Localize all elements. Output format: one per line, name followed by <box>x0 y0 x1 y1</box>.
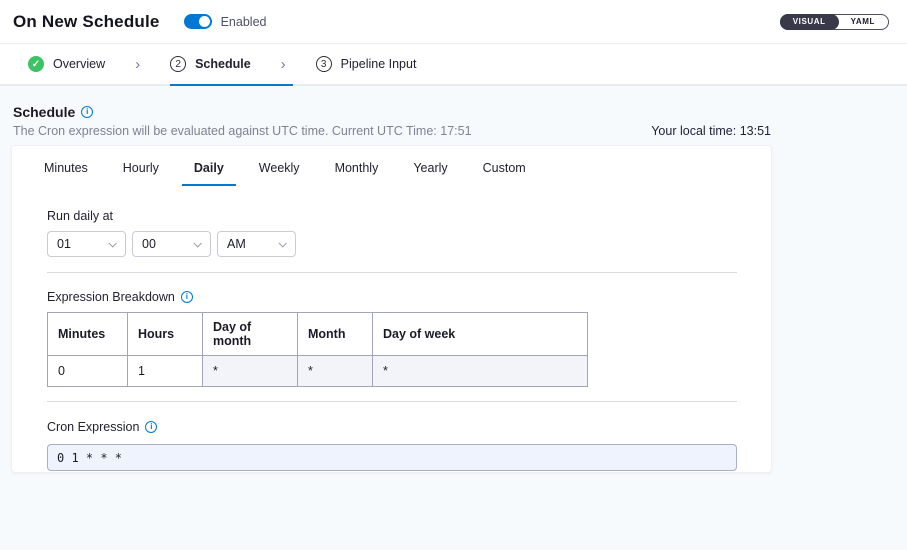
visual-yaml-toggle: VISUAL YAML <box>780 14 889 30</box>
tab-hourly[interactable]: Hourly <box>111 161 171 186</box>
step-pipeline-input[interactable]: 3 Pipeline Input <box>316 56 417 72</box>
schedule-section-heading: Schedule i <box>13 104 907 120</box>
tab-daily[interactable]: Daily <box>182 161 236 186</box>
ampm-select[interactable]: AM <box>217 231 296 257</box>
local-time: Your local time: 13:51 <box>651 124 771 138</box>
frequency-tabs: Minutes Hourly Daily Weekly Monthly Year… <box>32 161 736 186</box>
tab-monthly[interactable]: Monthly <box>323 161 391 186</box>
yaml-toggle-button[interactable]: YAML <box>838 17 888 26</box>
wizard-step-bar: ✓ Overview › 2 Schedule › 3 Pipeline Inp… <box>0 43 907 86</box>
col-header-hours: Hours <box>128 313 203 356</box>
tab-minutes[interactable]: Minutes <box>32 161 100 186</box>
schedule-heading-text: Schedule <box>13 104 75 120</box>
step-pipeline-input-label: Pipeline Input <box>341 57 417 71</box>
step-overview-label: Overview <box>53 57 105 71</box>
cron-expression-heading: Cron Expression i <box>47 420 736 434</box>
active-step-underline <box>170 84 293 86</box>
chevron-right-icon: › <box>135 57 140 72</box>
hour-select[interactable]: 01 <box>47 231 126 257</box>
enabled-toggle[interactable] <box>184 14 212 29</box>
hour-select-value: 01 <box>57 237 71 251</box>
chevron-down-icon <box>193 239 201 247</box>
schedule-content: Schedule i The Cron expression will be e… <box>0 86 907 550</box>
col-header-day-of-week: Day of week <box>373 313 588 356</box>
divider <box>47 401 737 402</box>
info-icon[interactable]: i <box>145 421 157 433</box>
divider <box>47 272 737 273</box>
run-daily-label: Run daily at <box>47 209 736 223</box>
expression-breakdown-label: Expression Breakdown <box>47 290 175 304</box>
chevron-down-icon <box>278 239 286 247</box>
minute-select[interactable]: 00 <box>132 231 211 257</box>
schedule-subhead-row: The Cron expression will be evaluated ag… <box>13 124 771 138</box>
step-overview[interactable]: ✓ Overview <box>28 56 105 72</box>
cron-expression-label: Cron Expression <box>47 420 139 434</box>
col-header-minutes: Minutes <box>48 313 128 356</box>
tab-custom[interactable]: Custom <box>471 161 538 186</box>
cell-hours-value: 1 <box>128 356 203 387</box>
col-header-day-of-month: Day of month <box>203 313 298 356</box>
visual-toggle-button[interactable]: VISUAL <box>780 14 839 30</box>
info-icon[interactable]: i <box>81 106 93 118</box>
check-icon: ✓ <box>28 56 44 72</box>
cell-day-of-month-value: * <box>203 356 298 387</box>
table-value-row: 0 1 * * * <box>48 356 588 387</box>
chevron-right-icon: › <box>281 57 286 72</box>
step-schedule-label: Schedule <box>195 57 251 71</box>
cell-day-of-week-value: * <box>373 356 588 387</box>
top-header: On New Schedule Enabled VISUAL YAML <box>0 0 907 43</box>
tab-yearly[interactable]: Yearly <box>401 161 459 186</box>
table-header-row: Minutes Hours Day of month Month Day of … <box>48 313 588 356</box>
minute-select-value: 00 <box>142 237 156 251</box>
enabled-toggle-label: Enabled <box>221 15 267 29</box>
schedule-card: Minutes Hourly Daily Weekly Monthly Year… <box>11 145 772 473</box>
ampm-select-value: AM <box>227 237 246 251</box>
chevron-down-icon <box>108 239 116 247</box>
utc-subtitle: The Cron expression will be evaluated ag… <box>13 124 472 138</box>
step-schedule[interactable]: 2 Schedule <box>170 56 251 72</box>
tab-weekly[interactable]: Weekly <box>247 161 312 186</box>
step-3-circle: 3 <box>316 56 332 72</box>
time-selects-row: 01 00 AM <box>47 231 736 257</box>
expression-breakdown-heading: Expression Breakdown i <box>47 290 736 304</box>
expression-breakdown-table: Minutes Hours Day of month Month Day of … <box>47 312 588 387</box>
col-header-month: Month <box>298 313 373 356</box>
step-2-circle: 2 <box>170 56 186 72</box>
cron-expression-input[interactable]: 0 1 * * * <box>47 444 737 471</box>
page-title: On New Schedule <box>13 12 160 32</box>
cell-month-value: * <box>298 356 373 387</box>
cell-minutes-value: 0 <box>48 356 128 387</box>
toggle-knob <box>199 16 210 27</box>
info-icon[interactable]: i <box>181 291 193 303</box>
